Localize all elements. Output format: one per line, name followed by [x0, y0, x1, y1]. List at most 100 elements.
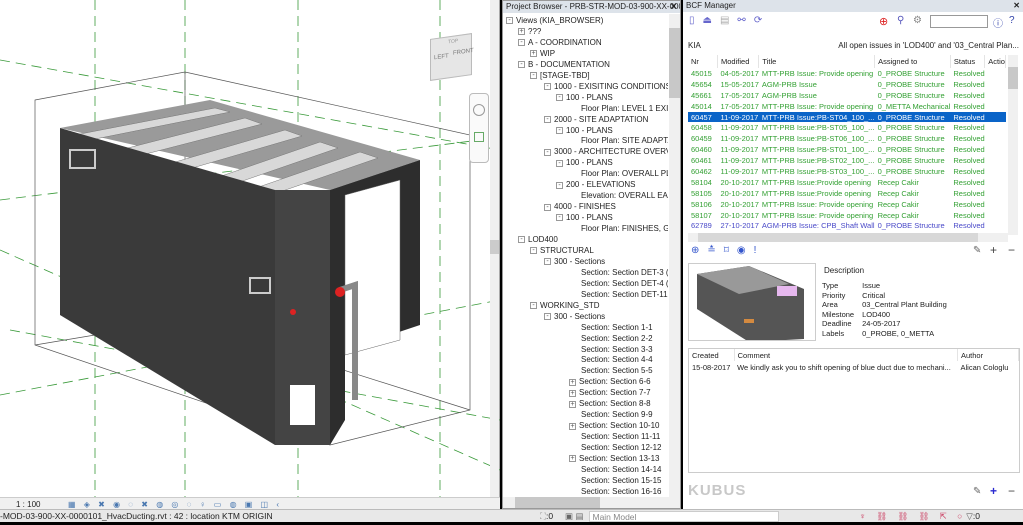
- selection-options-icons[interactable]: ♆ ⛓ ⛓ ⛓ ⇱ ○: [859, 511, 966, 522]
- collapse-icon[interactable]: -: [518, 236, 525, 244]
- expand-icon[interactable]: +: [569, 455, 576, 463]
- collapse-icon[interactable]: -: [544, 115, 551, 123]
- viewport-scrollbar[interactable]: [490, 0, 499, 497]
- tree-node[interactable]: -B - DOCUMENTATION: [518, 59, 610, 70]
- view-scale[interactable]: 1 : 100: [16, 500, 56, 509]
- view-control-icons[interactable]: ▦ ◈ ✖ ◉ ◌ ✖ ◍ ◎ ◌ ♀ ▭ ◍ ▣ ◫ ‹: [68, 500, 282, 509]
- add-comment-icon[interactable]: +: [990, 484, 997, 498]
- tree-node[interactable]: Section: Section 4-4: [581, 354, 653, 365]
- collapse-icon[interactable]: -: [556, 159, 563, 167]
- issues-vertical-scrollbar[interactable]: [1008, 55, 1018, 235]
- issue-row[interactable]: 60459 11-09-2017 MTT-PRB Issue:PB-ST06_100…: [688, 133, 1006, 144]
- camera-icon[interactable]: ◉: [737, 245, 754, 256]
- tree-node[interactable]: -100 - PLANS: [556, 212, 613, 223]
- tree-node[interactable]: + Section: Section 6-6: [569, 376, 651, 387]
- tree-node[interactable]: +???: [518, 26, 541, 37]
- tree-node[interactable]: -100 - PLANS: [556, 92, 613, 103]
- level-icon[interactable]: ≛: [707, 245, 723, 256]
- collapse-icon[interactable]: -: [556, 94, 563, 102]
- column-header[interactable]: Status: [950, 55, 986, 68]
- expand-icon[interactable]: +: [569, 389, 576, 397]
- tree-node[interactable]: + WIP: [530, 48, 555, 59]
- expand-icon[interactable]: +: [530, 50, 537, 58]
- expand-icon[interactable]: +: [569, 400, 576, 408]
- tree-node[interactable]: Section: Section 1-1: [581, 322, 653, 333]
- issue-row[interactable]: 58107 20-10-2017 MTT-PRB Issue: Provide op…: [688, 210, 1006, 221]
- sync-icon[interactable]: ⟳: [754, 15, 770, 26]
- design-option-select[interactable]: Main Model: [589, 510, 780, 522]
- expand-icon[interactable]: +: [569, 422, 576, 430]
- tree-node[interactable]: + Section: Section 8-8: [569, 398, 651, 409]
- issue-row[interactable]: 45654 15-05-2017 AGM-PRB Issue 0_PROBE Stru…: [688, 79, 1006, 90]
- exclamation-icon[interactable]: !: [754, 245, 765, 256]
- collapse-icon[interactable]: -: [544, 258, 551, 266]
- close-icon[interactable]: ✕: [670, 1, 677, 13]
- zoom-region-icon[interactable]: [474, 132, 484, 142]
- column-header[interactable]: Assigned to: [874, 55, 951, 68]
- collapse-icon[interactable]: -: [530, 302, 537, 310]
- edit-icon[interactable]: ✎: [973, 245, 981, 256]
- viewcube-left-label[interactable]: LEFT: [434, 53, 449, 61]
- tree-node[interactable]: + Section: Section 7-7: [569, 387, 651, 398]
- comment-column-header[interactable]: Author: [957, 349, 1019, 361]
- remove-icon[interactable]: −: [1008, 243, 1015, 257]
- tree-node[interactable]: - WORKING_STD: [530, 300, 600, 311]
- tree-node[interactable]: -A - COORDINATION: [518, 37, 602, 48]
- help-icon[interactable]: ?: [1009, 15, 1015, 26]
- tree-node[interactable]: Elevation: OVERALL EAST E: [581, 190, 668, 201]
- collapse-icon[interactable]: -: [506, 17, 513, 25]
- collapse-icon[interactable]: -: [556, 214, 563, 222]
- close-icon[interactable]: ✕: [1013, 0, 1020, 12]
- zoom-icon[interactable]: ⊕: [691, 245, 707, 256]
- tree-node[interactable]: + Section: Section 13-13: [569, 453, 660, 464]
- collapse-icon[interactable]: -: [544, 148, 551, 156]
- column-header[interactable]: Title: [758, 55, 876, 68]
- add-icon[interactable]: +: [990, 243, 997, 257]
- issue-snapshot[interactable]: [688, 263, 816, 341]
- collapse-icon[interactable]: -: [544, 203, 551, 211]
- tree-node[interactable]: - STRUCTURAL: [530, 245, 594, 256]
- search-input[interactable]: [930, 15, 988, 28]
- tree-node[interactable]: - [STAGE-TBD]: [530, 70, 590, 81]
- tree-node[interactable]: Section: Section 12-12: [581, 442, 662, 453]
- issue-row[interactable]: 45014 17-05-2017 MTT-PRB Issue: Provide op…: [688, 101, 1006, 112]
- comment-column-header[interactable]: Created: [689, 349, 735, 361]
- issue-row[interactable]: 58105 20-10-2017 MTT-PRB Issue:Provide ope…: [688, 188, 1006, 199]
- tree-node[interactable]: -300 - Sections: [544, 256, 605, 267]
- tree-horizontal-scrollbar[interactable]: [503, 497, 680, 508]
- tree-node[interactable]: Section: Section 2-2: [581, 333, 653, 344]
- save-icon[interactable]: ▤: [720, 15, 737, 26]
- tree-node[interactable]: Section: Section DET-3 (TYP: [581, 267, 668, 278]
- tree-node[interactable]: -300 - Sections: [544, 311, 605, 322]
- collapse-icon[interactable]: -: [556, 181, 563, 189]
- tree-node[interactable]: Floor Plan: OVERALL PLAN: [581, 168, 668, 179]
- tree-node[interactable]: -100 - PLANS: [556, 125, 613, 136]
- tree-node[interactable]: - Views (KIA_BROWSER): [506, 15, 603, 26]
- tree-node[interactable]: Section: Section DET-11 (TY: [581, 289, 668, 300]
- info-icon[interactable]: ⓘ: [993, 15, 1003, 30]
- connect-icon[interactable]: ⚯: [737, 15, 753, 26]
- tree-node[interactable]: -4000 - FINISHES: [544, 201, 616, 212]
- comment-column-header[interactable]: Comment: [734, 349, 959, 361]
- column-header[interactable]: Actio: [984, 55, 1006, 68]
- tree-vertical-scrollbar[interactable]: [669, 14, 680, 497]
- tree-node[interactable]: + Section: Section 10-10: [569, 420, 660, 431]
- collapse-icon[interactable]: -: [544, 313, 551, 321]
- issue-row[interactable]: 60462 11-09-2017 MTT-PRB Issue:PB-ST03_100…: [688, 166, 1006, 177]
- 3d-viewport[interactable]: TOP LEFT FRONT: [0, 0, 501, 497]
- issue-row[interactable]: 60460 11-09-2017 MTT-PRB Issue:PB-ST01_100…: [688, 144, 1006, 155]
- issue-row[interactable]: 60461 11-09-2017 MTT-PRB Issue:PB-ST02_100…: [688, 155, 1006, 166]
- remove-comment-icon[interactable]: −: [1008, 484, 1015, 498]
- collapse-icon[interactable]: -: [518, 61, 525, 69]
- issue-row[interactable]: 60458 11-09-2017 MTT-PRB Issue:PB-ST05_100…: [688, 122, 1006, 133]
- column-header[interactable]: Nr: [688, 55, 719, 68]
- tree-node[interactable]: - LOD400: [518, 234, 558, 245]
- comment-row[interactable]: 15-08-2017 We kindly ask you to shift ope…: [689, 361, 1019, 374]
- tree-node[interactable]: Floor Plan: LEVEL 1 EXISITIN: [581, 103, 668, 114]
- issues-horizontal-scrollbar[interactable]: [688, 233, 1008, 242]
- tree-node[interactable]: Floor Plan: SITE ADAPTATIO: [581, 135, 668, 146]
- tree-node[interactable]: -3000 - ARCHITECTURE OVERVIEW: [544, 146, 668, 157]
- issue-row[interactable]: 45015 04-05-2017 MTT-PRB Issue: Provide op…: [688, 68, 1006, 79]
- collapse-icon[interactable]: -: [544, 83, 551, 91]
- tree-node[interactable]: Section: Section 9-9: [581, 409, 653, 420]
